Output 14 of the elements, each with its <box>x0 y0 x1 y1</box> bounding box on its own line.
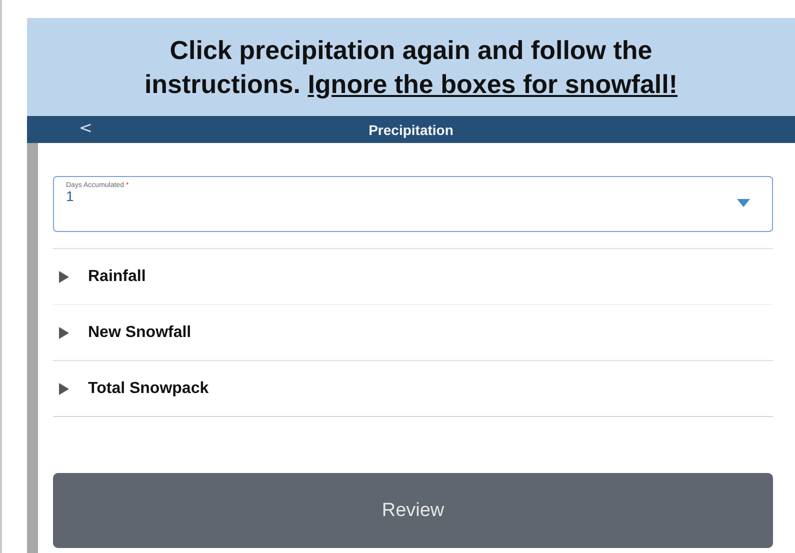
field-value: 1 <box>66 189 74 203</box>
expand-arrow-icon <box>58 270 69 282</box>
section-row[interactable]: Total Snowpack <box>53 361 773 417</box>
page-title: Precipitation <box>368 122 454 138</box>
section-row[interactable]: New Snowfall <box>53 305 773 361</box>
expand-arrow-icon <box>58 382 69 394</box>
section-row[interactable]: Rainfall <box>53 249 773 305</box>
dropdown-caret-icon <box>737 199 750 207</box>
back-button[interactable]: < <box>75 118 96 137</box>
section-label: Total Snowpack <box>88 380 209 398</box>
expand-arrow-icon <box>58 326 69 338</box>
section-label: Rainfall <box>88 268 146 286</box>
section-label: New Snowfall <box>88 324 192 342</box>
instruction-text: Click precipitation again and follow the instructions. Ignore the boxes for snowfall! <box>143 34 679 101</box>
